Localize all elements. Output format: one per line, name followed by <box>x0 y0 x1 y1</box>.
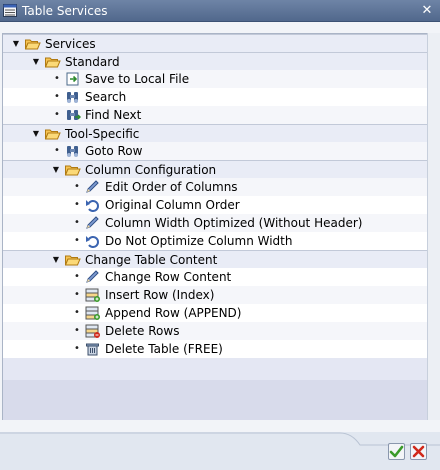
tree-leaf-node[interactable]: • Column Width Optimized (Without Header) <box>3 214 427 232</box>
tree-leaf-node[interactable]: • Search <box>3 88 427 106</box>
tree-node-label: Column Configuration <box>85 163 217 177</box>
tree-folder-node[interactable]: ▼ Standard <box>3 52 427 70</box>
title-bar: Table Services ✕ <box>0 0 440 22</box>
tree-bullet-icon: • <box>74 235 80 246</box>
tree-node-label: Insert Row (Index) <box>105 288 215 302</box>
binoculars-icon <box>67 92 78 103</box>
tree-leaf-node[interactable]: • Do Not Optimize Column Width <box>3 232 427 250</box>
save-to-file-icon <box>66 72 79 86</box>
tree-bullet-icon: • <box>74 325 80 336</box>
folder-open-icon <box>65 165 81 176</box>
cancel-button[interactable] <box>410 443 427 460</box>
close-window-button[interactable]: ✕ <box>420 4 434 18</box>
footer-divider <box>0 432 440 446</box>
pencil-icon <box>86 180 99 193</box>
undo-arrow-icon <box>86 236 99 248</box>
tree-leaf-node[interactable]: • Delete Table (FREE) <box>3 340 427 358</box>
insert-row-icon <box>85 288 100 302</box>
tree-bullet-icon: • <box>74 307 80 318</box>
tree-bullet-icon: • <box>74 271 80 282</box>
tree-node-label: Find Next <box>85 108 142 122</box>
tree-leaf-node[interactable]: • Insert Row (Index) <box>3 286 427 304</box>
tree-bullet-icon: • <box>74 289 80 300</box>
tree-leaf-node[interactable]: • Change Row Content <box>3 268 427 286</box>
tree-node-label: Save to Local File <box>85 72 190 86</box>
vertical-scrollbar[interactable] <box>427 33 440 420</box>
tree-empty-area <box>3 380 427 420</box>
confirm-button[interactable] <box>388 443 405 460</box>
tree-node-label: Append Row (APPEND) <box>105 306 242 320</box>
binoculars-next-icon <box>67 110 81 120</box>
tree-node-label: Search <box>85 90 127 104</box>
tree-bullet-icon: • <box>54 91 60 102</box>
delete-row-icon <box>85 324 100 338</box>
tree-node-label: Standard <box>65 55 120 69</box>
expand-arrow-icon[interactable]: ▼ <box>51 251 61 269</box>
tree-bullet-icon: • <box>54 73 60 84</box>
dialog-footer <box>0 432 440 470</box>
tree-node-label: Column Width Optimized (Without Header) <box>105 216 363 230</box>
tree-node-label: Delete Rows <box>105 324 180 338</box>
folder-open-icon <box>65 255 81 266</box>
tree-node-label: Do Not Optimize Column Width <box>105 234 293 248</box>
expand-arrow-icon[interactable]: ▼ <box>11 35 21 53</box>
window-title: Table Services <box>22 4 108 18</box>
tree-leaf-node[interactable]: • Original Column Order <box>3 196 427 214</box>
pencil-icon <box>86 216 99 229</box>
tree-node-label: Tool-Specific <box>65 127 140 141</box>
tree-node-label: Delete Table (FREE) <box>105 342 223 356</box>
tree-bullet-icon: • <box>54 145 60 156</box>
tree-bullet-icon: • <box>74 181 80 192</box>
tree-node-label: Services <box>45 37 96 51</box>
close-icon: ✕ <box>421 3 433 18</box>
pencil-icon <box>86 270 99 283</box>
tree-bullet-icon: • <box>74 199 80 210</box>
tree-node-label: Original Column Order <box>105 198 240 212</box>
tree-node-label: Goto Row <box>85 144 143 158</box>
tree-bullet-icon: • <box>74 217 80 228</box>
undo-arrow-icon <box>86 200 99 212</box>
window-app-icon <box>3 4 17 17</box>
services-tree: ▼ Services ▼ Standard • Save to Local File • Se… <box>2 33 427 420</box>
tree-leaf-node[interactable]: • Edit Order of Columns <box>3 178 427 196</box>
checkmark-icon <box>389 445 404 458</box>
cancel-x-icon <box>412 445 425 458</box>
dialog-content: ▼ Services ▼ Standard • Save to Local File • Se… <box>0 22 440 432</box>
tree-leaf-node[interactable]: • Save to Local File <box>3 70 427 88</box>
tree-folder-node[interactable]: ▼ Change Table Content <box>3 250 427 268</box>
trash-icon <box>86 343 99 356</box>
tree-folder-node[interactable]: ▼ Column Configuration <box>3 160 427 178</box>
expand-arrow-icon[interactable]: ▼ <box>51 161 61 179</box>
tree-leaf-node[interactable]: • Find Next <box>3 106 427 124</box>
tree-bullet-icon: • <box>74 343 80 354</box>
tree-leaf-node[interactable]: • Goto Row <box>3 142 427 160</box>
expand-arrow-icon[interactable]: ▼ <box>31 125 41 143</box>
tree-folder-node[interactable]: ▼ Tool-Specific <box>3 124 427 142</box>
expand-arrow-icon[interactable]: ▼ <box>31 53 41 71</box>
folder-open-icon <box>45 129 61 140</box>
tree-leaf-node[interactable]: • Append Row (APPEND) <box>3 304 427 322</box>
binoculars-icon <box>67 146 78 157</box>
append-row-icon <box>85 306 100 320</box>
tree-leaf-node[interactable]: • Delete Rows <box>3 322 427 340</box>
folder-open-icon <box>45 57 61 68</box>
folder-open-icon <box>25 39 41 50</box>
tree-folder-node[interactable]: ▼ Services <box>3 34 427 52</box>
tree-node-label: Change Row Content <box>105 270 232 284</box>
tree-bullet-icon: • <box>54 109 60 120</box>
tree-node-label: Edit Order of Columns <box>105 180 238 194</box>
tree-node-label: Change Table Content <box>85 253 218 267</box>
